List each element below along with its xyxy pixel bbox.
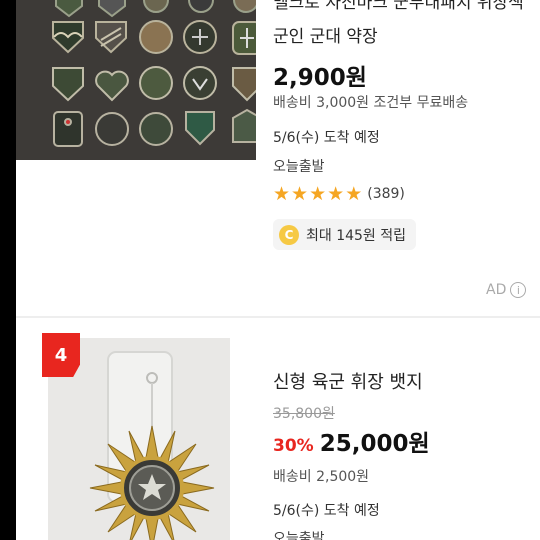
product1-review-count: (389) <box>367 186 405 202</box>
product2-discount: 30% <box>273 436 314 456</box>
star-icon: ★ <box>345 183 363 205</box>
military-patches-icon <box>16 0 256 160</box>
product1-shipping: 배송비 3,000원 조건부 무료배송 <box>273 95 469 111</box>
star-icon: ★ <box>309 183 327 205</box>
product1-ship-today: 오늘출발 <box>273 159 325 175</box>
product2-title[interactable]: 신형 육군 휘장 뱃지 <box>273 368 423 394</box>
product2-price-row: 30% 25,000원 <box>273 424 430 458</box>
coin-icon: C <box>279 224 299 245</box>
star-icon: ★ <box>327 183 345 205</box>
info-icon[interactable]: i <box>510 282 527 298</box>
product2-delivery-date: 5/6(수) 도착 예정 <box>273 503 380 519</box>
product1-delivery-date: 5/6(수) 도착 예정 <box>273 130 380 146</box>
product2-original-price: 35,800원 <box>273 406 335 422</box>
product1-points-badge: C 최대 145원 적립 <box>273 219 417 250</box>
product2-ship-today: 오늘출발 <box>273 531 325 540</box>
product1-rating: ★ ★ ★ ★ ★ (389) <box>273 183 405 205</box>
product1-price: 2,900원 <box>273 65 367 91</box>
ad-text: AD <box>486 282 507 298</box>
product1-thumbnail[interactable] <box>16 0 256 160</box>
search-results: 벨크로 자진마크 군부대패치 위장색 군인 군대 약장 2,900원 배송비 3… <box>16 0 540 540</box>
ad-label[interactable]: AD i <box>486 282 527 298</box>
product1-title[interactable]: 벨크로 자진마크 군부대패치 위장색 군인 군대 약장 <box>273 0 533 54</box>
star-icon: ★ <box>273 183 291 205</box>
divider <box>16 316 540 318</box>
star-icon: ★ <box>291 183 309 205</box>
product2-shipping: 배송비 2,500원 <box>273 469 370 485</box>
product2-price: 25,000원 <box>319 431 430 457</box>
rank-badge: 4 <box>42 333 80 377</box>
product1-points-text: 최대 145원 적립 <box>306 227 407 244</box>
